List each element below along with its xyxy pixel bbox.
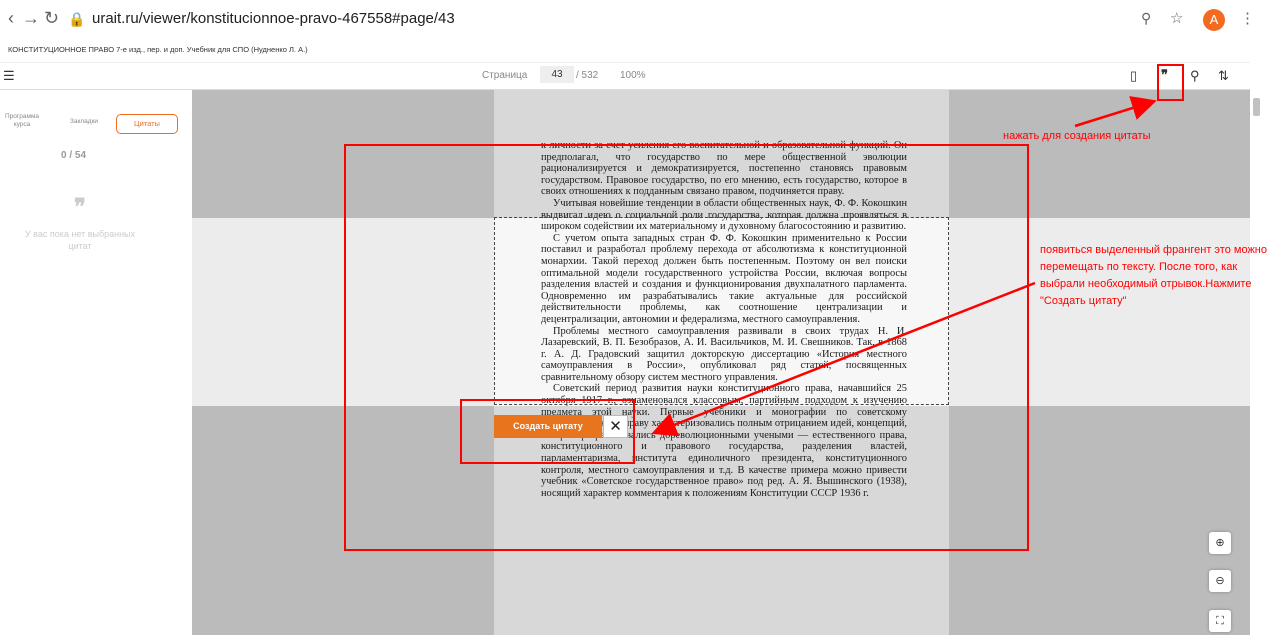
arrow-to-create-button <box>651 281 1036 437</box>
annotation-arrows <box>651 96 1157 437</box>
arrow-to-quote-icon <box>1074 96 1157 128</box>
annotation-note-top: нажать для создания цитаты <box>1003 130 1151 142</box>
annotation-note-right: появиться выделенный франгент это можно … <box>1040 244 1267 307</box>
